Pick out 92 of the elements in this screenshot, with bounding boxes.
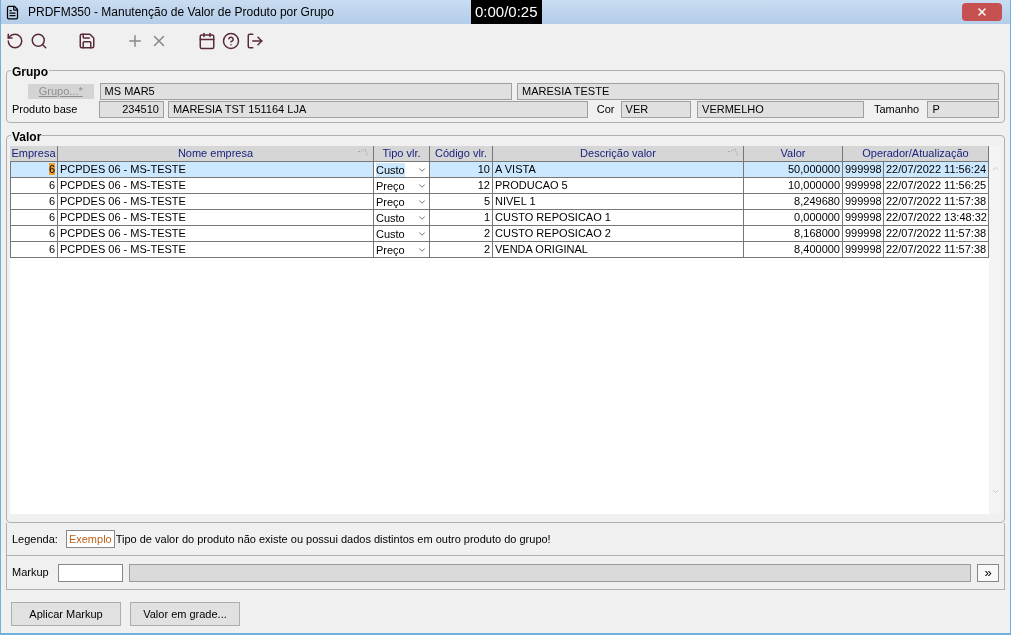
table-cell: 0,000000 <box>744 210 843 226</box>
table-row[interactable]: 6 PCPDES 06 - MS-TESTE Preço 12 PRODUCAO 5 10,000000 999998 22/07/2022 11:56:25 <box>10 178 989 194</box>
grupo-name-field[interactable]: MARESIA TESTE <box>517 83 999 100</box>
column-header[interactable]: Valor <box>744 146 843 162</box>
table-row[interactable]: 6 PCPDES 06 - MS-TESTE Preço 5 NIVEL 1 8,249680 999998 22/07/2022 11:57:38 <box>10 194 989 210</box>
produto-base-label: Produto base <box>12 102 79 118</box>
table-cell: CUSTO REPOSICAO 2 <box>493 226 744 242</box>
table-cell: 999998 <box>843 226 884 242</box>
close-icon <box>976 6 988 18</box>
table-cell: 22/07/2022 11:56:24 <box>884 162 989 178</box>
column-header[interactable]: Nome empresa <box>58 146 374 162</box>
search-icon[interactable] <box>30 32 48 50</box>
table-cell: PCPDES 06 - MS-TESTE <box>58 226 374 242</box>
table-cell: 12 <box>430 178 493 194</box>
close-button[interactable] <box>962 3 1002 21</box>
document-icon <box>5 4 20 20</box>
table-cell: 10,000000 <box>744 178 843 194</box>
table-cell: 6 <box>10 194 58 210</box>
expand-button[interactable]: » <box>977 563 999 582</box>
cor-code-field[interactable]: VER <box>620 101 692 118</box>
table-cell: 22/07/2022 11:57:38 <box>884 194 989 210</box>
table-cell: 8,249680 <box>744 194 843 210</box>
table-cell: 22/07/2022 11:57:38 <box>884 242 989 258</box>
markup-field[interactable] <box>58 563 123 582</box>
table-cell: 2 <box>430 242 493 258</box>
table-cell: 5 <box>430 194 493 210</box>
table-cell: 22/07/2022 13:48:32 <box>884 210 989 226</box>
table-cell: VENDA ORIGINAL <box>493 242 744 258</box>
column-header[interactable]: Código vlr. <box>430 146 493 162</box>
add-icon[interactable] <box>126 32 144 50</box>
save-icon[interactable] <box>78 32 96 50</box>
type-dropdown[interactable]: Custo <box>374 162 430 178</box>
column-header[interactable]: Tipo vlr. <box>374 146 430 162</box>
markup-label: Markup <box>12 565 50 581</box>
calendar-icon[interactable] <box>198 32 216 50</box>
help-icon[interactable] <box>222 32 240 50</box>
column-header[interactable]: Descrição valor <box>493 146 744 162</box>
produto-name-field[interactable]: MARESIA TST 151164 LJA <box>167 101 588 118</box>
table-cell: PCPDES 06 - MS-TESTE <box>58 194 374 210</box>
table-cell: PCPDES 06 - MS-TESTE <box>58 162 374 178</box>
table-cell: 8,400000 <box>744 242 843 258</box>
table-cell: 6 <box>10 226 58 242</box>
column-header[interactable]: Operador/Atualização <box>843 146 989 162</box>
table-cell: 6 <box>10 210 58 226</box>
table-cell: PRODUCAO 5 <box>493 178 744 194</box>
tamanho-field[interactable]: P <box>927 101 999 118</box>
table-cell: 1 <box>430 210 493 226</box>
type-dropdown[interactable]: Preço <box>374 178 430 194</box>
grupo-code-field[interactable]: MS MAR5 <box>99 83 512 100</box>
table-row[interactable]: 6 PCPDES 06 - MS-TESTE Custo 10 A VISTA 50,000000 999998 22/07/2022 11:56:24 <box>10 162 989 178</box>
table-cell: PCPDES 06 - MS-TESTE <box>58 210 374 226</box>
action-button[interactable]: Valor em grade... <box>130 602 240 626</box>
table-cell: PCPDES 06 - MS-TESTE <box>58 178 374 194</box>
type-dropdown[interactable]: Preço <box>374 194 430 210</box>
window-title: PRDFM350 - Manutenção de Valor de Produto por Grupo <box>28 4 334 21</box>
exit-icon[interactable] <box>246 32 264 50</box>
table-row[interactable]: 6 PCPDES 06 - MS-TESTE Custo 2 CUSTO REPOSICAO 2 8,168000 999998 22/07/2022 11:57:38 <box>10 226 989 242</box>
produto-code-field[interactable]: 234510 <box>99 101 164 118</box>
cor-name-field[interactable]: VERMELHO <box>697 101 864 118</box>
table-cell: NIVEL 1 <box>493 194 744 210</box>
undo-icon[interactable] <box>6 32 24 50</box>
cor-label: Cor <box>596 102 616 118</box>
legend-label: Legenda: <box>12 531 58 547</box>
readonly-field[interactable] <box>129 563 971 582</box>
table-cell: 22/07/2022 11:56:25 <box>884 178 989 194</box>
tamanho-label: Tamanho <box>873 102 921 118</box>
table-cell: 22/07/2022 11:57:38 <box>884 226 989 242</box>
table-row[interactable]: 6 PCPDES 06 - MS-TESTE Preço 2 VENDA ORIGINAL 8,400000 999998 22/07/2022 11:57:38 <box>10 242 989 258</box>
table-cell: 10 <box>430 162 493 178</box>
sample-swatch: Exemplo <box>65 530 115 548</box>
table-cell: 2 <box>430 226 493 242</box>
table-cell: PCPDES 06 - MS-TESTE <box>58 242 374 258</box>
table-cell: 6 <box>10 242 58 258</box>
table-cell: 50,000000 <box>744 162 843 178</box>
table-cell: 999998 <box>843 162 884 178</box>
type-dropdown[interactable]: Custo <box>374 210 430 226</box>
table-cell: A VISTA <box>493 162 744 178</box>
type-dropdown[interactable]: Preço <box>374 242 430 258</box>
table-cell: 6 <box>10 162 58 178</box>
table-cell: 6 <box>10 178 58 194</box>
table-cell: 999998 <box>843 242 884 258</box>
table-cell: CUSTO REPOSICAO 1 <box>493 210 744 226</box>
action-button[interactable]: Aplicar Markup <box>11 602 121 626</box>
table-cell: 999998 <box>843 210 884 226</box>
type-dropdown[interactable]: Custo <box>374 226 430 242</box>
legend-text: Tipo de valor do produto não existe ou possui dados distintos em outro produto do grupo! <box>115 531 551 547</box>
table-cell: 999998 <box>843 194 884 210</box>
table-row[interactable]: 6 PCPDES 06 - MS-TESTE Custo 1 CUSTO REPOSICAO 1 0,000000 999998 22/07/2022 13:48:32 <box>10 210 989 226</box>
column-header[interactable]: Empresa <box>10 146 58 162</box>
video-timer: 0:00/0:25 <box>471 0 542 24</box>
table-cell: 8,168000 <box>744 226 843 242</box>
table-cell: 999998 <box>843 178 884 194</box>
